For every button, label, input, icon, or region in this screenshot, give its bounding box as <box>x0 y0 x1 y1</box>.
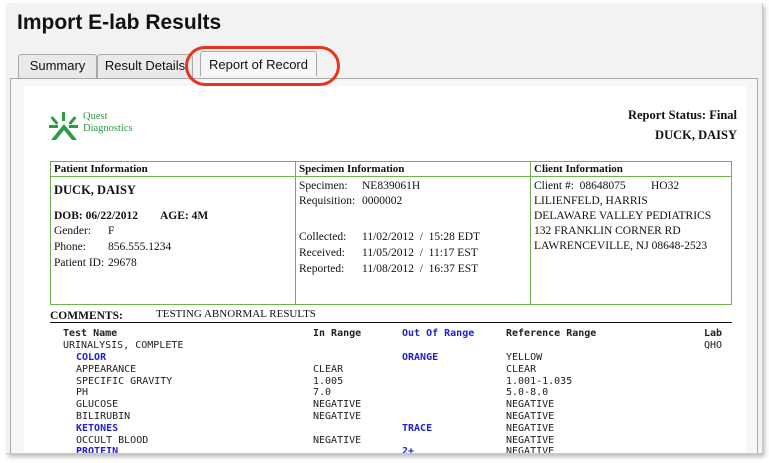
logo-line1: Quest <box>83 111 108 122</box>
received-value: 11/05/2012 / 11:17 EST <box>362 247 478 259</box>
info-header-divider <box>51 176 731 177</box>
result-test-name: KETONES <box>76 422 119 434</box>
collected-value: 11/02/2012 / 15:28 EDT <box>362 231 481 243</box>
specimen-label: Specimen: <box>299 180 348 192</box>
phone-value: 856.555.1234 <box>108 241 172 253</box>
result-in-range: 7.0 <box>313 387 332 399</box>
client-info-header: Client Information <box>534 163 623 175</box>
collected-label: Collected: <box>299 231 347 243</box>
result-out-of-range: ORANGE <box>402 352 439 363</box>
patient-info-header: Patient Information <box>54 163 148 175</box>
import-elab-window: Import E-lab Results Summary Result Deta… <box>6 3 763 454</box>
result-reference-range: NEGATIVE <box>506 411 555 422</box>
result-in-range: CLEAR <box>313 363 344 375</box>
result-reference-range: 5.0-8.0 <box>506 387 549 399</box>
patient-name: DUCK, DAISY <box>54 183 136 197</box>
result-in-range: NEGATIVE <box>313 411 362 422</box>
report-patient-name: DUCK, DAISY <box>655 128 737 142</box>
specimen-info-header: Specimen Information <box>299 163 405 175</box>
result-test-name: GLUCOSE <box>76 399 119 411</box>
quest-logo-icon <box>49 112 78 140</box>
result-in-range: NEGATIVE <box>313 434 362 446</box>
comments-divider <box>50 322 732 323</box>
column-divider <box>295 162 296 304</box>
result-test-name: PH <box>76 387 89 399</box>
result-reference-range: NEGATIVE <box>506 446 555 454</box>
test-group-lab: QHO <box>704 340 723 351</box>
client-number: Client #: 08648075 <box>534 180 626 192</box>
reported-label: Reported: <box>299 263 345 275</box>
col-header-reference-range: Reference Range <box>506 328 597 339</box>
reported-value: 11/08/2012 / 16:37 EST <box>362 263 479 275</box>
report-status: Report Status: Final <box>627 108 737 122</box>
result-out-of-range: 2+ <box>402 446 415 454</box>
tab-report-of-record[interactable]: Report of Record <box>200 51 317 76</box>
result-reference-range: NEGATIVE <box>506 399 555 411</box>
result-out-of-range: TRACE <box>402 422 433 434</box>
patient-age: AGE: 4M <box>160 210 209 222</box>
result-test-name: PROTEIN <box>76 446 119 454</box>
requisition-value: 0000002 <box>362 195 403 207</box>
result-test-name: BILIRUBIN <box>76 411 131 422</box>
requisition-label: Requisition: <box>299 195 356 207</box>
tab-summary[interactable]: Summary <box>18 54 97 78</box>
phone-label: Phone: <box>54 241 86 253</box>
patient-id-label: Patient ID: <box>54 257 105 269</box>
gender-label: Gender: <box>54 225 92 237</box>
result-reference-range: CLEAR <box>506 363 537 375</box>
result-test-name: SPECIFIC GRAVITY <box>76 375 173 387</box>
report-of-record: Quest Diagnostics Report Status: Final D… <box>24 86 746 454</box>
patient-id-value: 29678 <box>108 257 137 269</box>
col-header-in-range: In Range <box>313 328 362 339</box>
patient-dob: DOB: 06/22/2012 <box>54 210 139 222</box>
client-physician: LILIENFELD, HARRIS <box>534 195 648 207</box>
window-title: Import E-lab Results <box>17 11 222 34</box>
client-code: HO32 <box>651 180 680 192</box>
info-box: Patient Information Specimen Information… <box>50 161 732 305</box>
received-label: Received: <box>299 247 345 259</box>
comments-value: TESTING ABNORMAL RESULTS <box>156 308 316 320</box>
tab-result-details[interactable]: Result Details <box>97 54 193 78</box>
result-reference-range: YELLOW <box>506 352 543 363</box>
quest-diagnostics-logo: Quest Diagnostics <box>47 110 147 146</box>
gender-value: F <box>108 225 115 237</box>
comments-label: COMMENTS: <box>50 310 123 322</box>
col-header-lab: Lab <box>704 328 723 339</box>
client-street: 132 FRANKLIN CORNER RD <box>534 225 681 237</box>
client-city: LAWRENCEVILLE, NJ 08648-2523 <box>534 240 708 252</box>
test-group-name: URINALYSIS, COMPLETE <box>63 340 184 351</box>
specimen-value: NE839061H <box>362 180 421 192</box>
result-reference-range: NEGATIVE <box>506 434 555 446</box>
result-test-name: OCCULT BLOOD <box>76 434 149 446</box>
col-header-out-of-range: Out Of Range <box>402 328 475 339</box>
result-reference-range: 1.001-1.035 <box>506 375 573 387</box>
col-header-test-name: Test Name <box>63 328 118 339</box>
result-in-range: 1.005 <box>313 375 344 387</box>
result-test-name: COLOR <box>76 352 107 363</box>
logo-text: Quest Diagnostics <box>83 111 133 135</box>
result-reference-range: NEGATIVE <box>506 422 555 434</box>
result-test-name: APPEARANCE <box>76 363 137 375</box>
client-practice: DELAWARE VALLEY PEDIATRICS <box>534 210 712 222</box>
result-in-range: NEGATIVE <box>313 399 362 411</box>
logo-line2: Diagnostics <box>83 123 133 134</box>
column-divider <box>530 162 531 304</box>
